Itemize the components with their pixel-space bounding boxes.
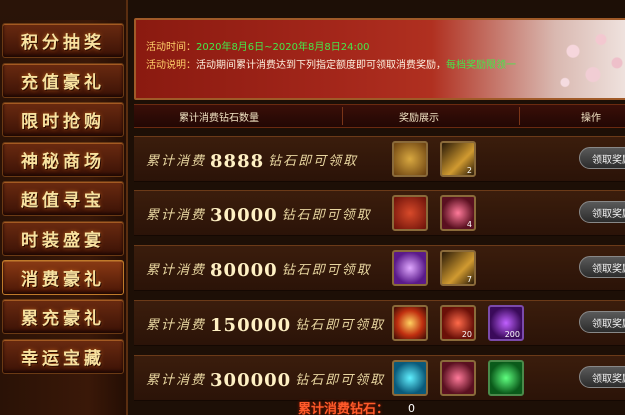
row-amount: 150000 [210,315,292,336]
column-divider [342,107,343,125]
main-panel: 活动时间：2020年8月6日~2020年8月8日24:00 活动说明：活动期间累… [126,0,625,415]
sidebar-item-mystery-shop[interactable]: 神秘商场 [2,142,124,177]
row-amount: 8888 [210,151,265,172]
row-amount: 300000 [210,370,292,391]
fire-orb-icon[interactable] [392,305,428,341]
reward-row: 累计消费300000钻石即可领取 领取奖励 [134,355,625,401]
reward-row: 累计消费8888钻石即可领取 2 领取奖励 [134,136,625,182]
sidebar-item-lucky-treasure[interactable]: 幸运宝藏 [2,339,124,374]
row-prefix: 累计消费 [146,263,207,278]
sidebar-item-recharge-gift[interactable]: 充值豪礼 [2,63,124,98]
claim-reward-button[interactable]: 领取奖励 [579,201,625,223]
sidebar: 积分抽奖 充值豪礼 限时抢购 神秘商场 超值寻宝 时装盛宴 消费豪礼 累充豪礼 … [0,20,126,415]
event-desc-highlight: 每档奖励限领一 [446,60,516,71]
row-prefix: 累计消费 [146,318,207,333]
claim-button-label: 领取奖励 [592,373,625,385]
column-header-reward: 奖励展示 [399,113,439,124]
claim-button-label: 领取奖励 [592,154,625,166]
cyan-gem-icon[interactable] [392,360,428,396]
golden-scroll-icon[interactable]: 2 [440,141,476,177]
claim-reward-button[interactable]: 领取奖励 [579,366,625,388]
sidebar-item-flash-sale[interactable]: 限时抢购 [2,102,124,137]
reward-row: 累计消费30000钻石即可领取 4 领取奖励 [134,190,625,236]
row-suffix: 钻石即可领取 [295,318,386,333]
item-count: 4 [466,220,472,229]
sidebar-item-spending-gift[interactable]: 消费豪礼 [2,260,124,295]
sidebar-item-fashion-feast[interactable]: 时装盛宴 [2,221,124,256]
item-count: 7 [466,275,472,284]
reward-row: 累计消费80000钻石即可领取 7 领取奖励 [134,245,625,291]
row-condition: 累计消费 30000 钻石即可领取 [146,203,372,226]
row-prefix: 累计消费 [146,208,207,223]
sidebar-item-label: 限时抢购 [21,112,105,132]
claim-reward-button[interactable]: 领取奖励 [579,147,625,169]
claim-button-label: 领取奖励 [592,263,625,275]
event-time: 活动时间：2020年8月6日~2020年8月8日24:00 [146,38,370,53]
gold-chest-icon[interactable] [392,141,428,177]
sidebar-item-label: 神秘商场 [21,152,105,172]
row-suffix: 钻石即可领取 [295,373,386,388]
green-gem-icon[interactable] [488,360,524,396]
row-suffix: 钻石即可领取 [281,208,372,223]
event-desc-value: 活动期间累计消费达到下列指定额度即可领取消费奖励， [196,60,446,71]
claim-button-label: 领取奖励 [592,208,625,220]
table-header: 累计消费钻石数量 奖励展示 操作 [134,104,625,128]
row-amount: 80000 [210,260,278,281]
sidebar-item-treasure-hunt[interactable]: 超值寻宝 [2,181,124,216]
sidebar-item-cumulative-recharge[interactable]: 累充豪礼 [2,299,124,334]
sidebar-item-points-lottery[interactable]: 积分抽奖 [2,23,124,58]
sidebar-item-label: 时装盛宴 [21,231,105,251]
item-count: 200 [504,330,520,339]
total-spent-value: 0 [408,402,415,415]
sidebar-item-label: 累充豪礼 [21,309,105,329]
reward-row: 累计消费150000钻石即可领取 20 200 领取奖励 [134,300,625,346]
row-condition: 累计消费 300000 钻石即可领取 [146,368,386,391]
claim-reward-button[interactable]: 领取奖励 [579,256,625,278]
column-divider [519,107,520,125]
golden-scroll-icon[interactable]: 7 [440,250,476,286]
event-desc-label: 活动说明： [146,60,196,71]
sidebar-item-label: 积分抽奖 [21,33,105,53]
event-description: 活动说明：活动期间累计消费达到下列指定额度即可领取消费奖励，每档奖励限领一 [146,56,516,71]
row-condition: 累计消费 80000 钻石即可领取 [146,258,372,281]
row-prefix: 累计消费 [146,373,207,388]
column-header-action: 操作 [581,113,601,124]
red-gem-icon[interactable]: 20 [440,305,476,341]
event-time-label: 活动时间： [146,42,196,53]
row-suffix: 钻石即可领取 [268,154,359,169]
row-condition: 累计消费 8888 钻石即可领取 [146,149,359,172]
row-condition: 累计消费 150000 钻石即可领取 [146,313,386,336]
event-info-box: 活动时间：2020年8月6日~2020年8月8日24:00 活动说明：活动期间累… [134,18,625,100]
row-suffix: 钻石即可领取 [281,263,372,278]
sidebar-item-label: 充值豪礼 [21,73,105,93]
claim-button-label: 领取奖励 [592,318,625,330]
row-amount: 30000 [210,205,278,226]
item-count: 2 [466,166,472,175]
red-chest-icon[interactable] [392,195,428,231]
column-header-amount: 累计消费钻石数量 [179,113,259,124]
sidebar-item-label: 超值寻宝 [21,191,105,211]
pink-crystal-icon[interactable]: 4 [440,195,476,231]
item-count: 20 [461,330,472,339]
event-window: 积分抽奖 充值豪礼 限时抢购 神秘商场 超值寻宝 时装盛宴 消费豪礼 累充豪礼 … [0,0,625,415]
row-prefix: 累计消费 [146,154,207,169]
event-time-value: 2020年8月6日~2020年8月8日24:00 [196,42,370,53]
purple-orb-icon[interactable] [392,250,428,286]
purple-gem-icon[interactable]: 200 [488,305,524,341]
pink-crystal-icon[interactable] [440,360,476,396]
claim-reward-button[interactable]: 领取奖励 [579,311,625,333]
total-spent-label: 累计消费钻石： [298,402,390,415]
cherry-blossom-decoration [549,20,625,98]
sidebar-item-label: 消费豪礼 [21,270,105,290]
sidebar-item-label: 幸运宝藏 [21,349,105,369]
